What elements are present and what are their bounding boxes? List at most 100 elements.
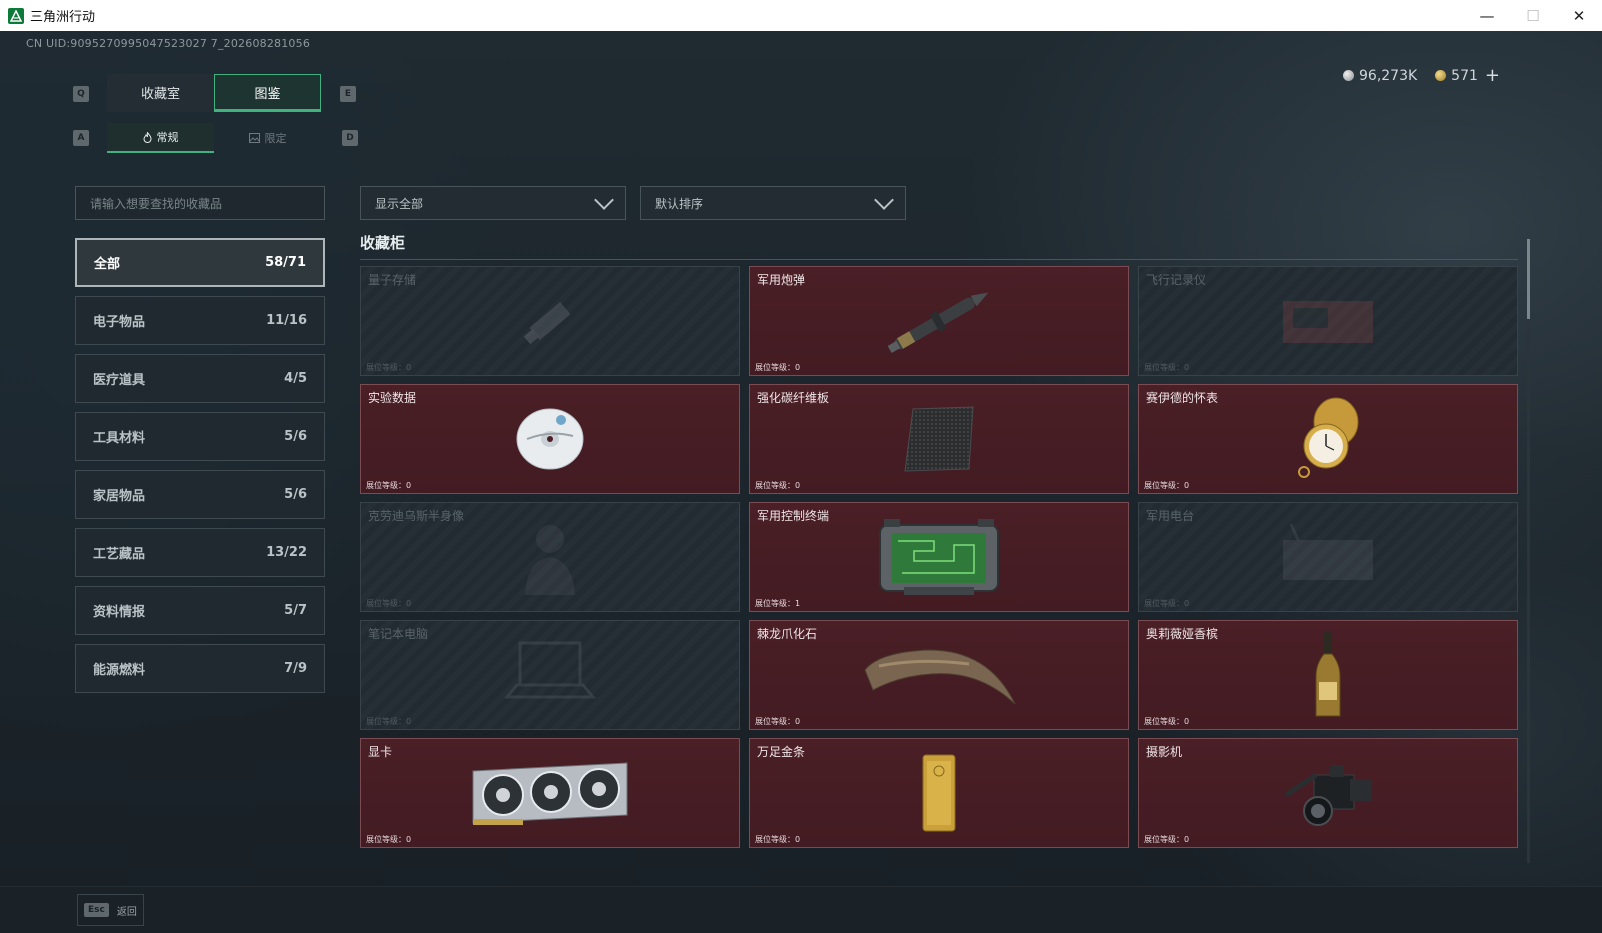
uid-label: CN UID:9095270995047523027 7_20260828105…: [26, 37, 311, 50]
card-level-value: 0: [795, 835, 801, 844]
card-level-prefix: 展位等级：: [755, 363, 795, 372]
card-level: 展位等级：0: [366, 480, 411, 491]
card-name: 军用电台: [1146, 509, 1195, 523]
subtab-limited[interactable]: 限定: [214, 123, 321, 153]
control-terminal-icon: [874, 515, 1004, 603]
card-level-value: 1: [795, 599, 801, 608]
category-medical[interactable]: 医疗道具 4/5: [75, 354, 325, 403]
sub-tabs: 常规 限定: [107, 123, 321, 153]
grid-scrollbar[interactable]: [1527, 239, 1530, 863]
search-input[interactable]: 请输入想要查找的收藏品: [75, 186, 325, 220]
card-level-prefix: 展位等级：: [1144, 599, 1184, 608]
card-level-prefix: 展位等级：: [1144, 835, 1184, 844]
subtab-regular[interactable]: 常规: [107, 123, 214, 153]
category-count: 5/7: [284, 603, 307, 618]
sort-dropdown[interactable]: 默认排序: [640, 186, 906, 220]
collection-grid: 量子存储 展位等级：0 军用炮弹 展位等级：0 飞行记录仪 展位等级：0 实验数据 展位等级：…: [360, 266, 1518, 863]
collection-card[interactable]: 万足金条 展位等级：0: [749, 738, 1129, 848]
category-label: 资料情报: [93, 605, 146, 620]
card-level-value: 0: [795, 363, 801, 372]
key-hint-d: D: [342, 130, 358, 146]
section-divider: [360, 259, 1518, 260]
key-hint-e: E: [340, 86, 356, 102]
graphics-card-icon: [467, 757, 633, 833]
card-level-value: 0: [406, 363, 412, 372]
card-level-value: 0: [406, 481, 412, 490]
collection-card[interactable]: 笔记本电脑 展位等级：0: [360, 620, 740, 730]
close-button[interactable]: ✕: [1556, 0, 1602, 31]
category-count: 5/6: [284, 487, 307, 502]
card-level-prefix: 展位等级：: [366, 835, 406, 844]
card-level-value: 0: [1184, 481, 1190, 490]
flight-recorder-icon: [1268, 286, 1388, 360]
category-count: 13/22: [266, 545, 307, 560]
tab-collection-room[interactable]: 收藏室: [107, 74, 214, 112]
card-name: 棘龙爪化石: [757, 627, 818, 641]
category-household[interactable]: 家居物品 5/6: [75, 470, 325, 519]
collection-card[interactable]: 量子存储 展位等级：0: [360, 266, 740, 376]
silver-amount: 96,273K: [1359, 67, 1418, 84]
card-name: 万足金条: [757, 745, 806, 759]
collection-card[interactable]: 奥莉薇娅香槟 展位等级：0: [1138, 620, 1518, 730]
category-electronics[interactable]: 电子物品 11/16: [75, 296, 325, 345]
category-count: 58/71: [265, 255, 306, 270]
category-count: 7/9: [284, 661, 307, 676]
collection-card[interactable]: 强化碳纤维板 展位等级：0: [749, 384, 1129, 494]
category-all[interactable]: 全部 58/71: [75, 238, 325, 287]
subtab-limited-label: 限定: [264, 132, 287, 145]
collection-card[interactable]: 克劳迪乌斯半身像 展位等级：0: [360, 502, 740, 612]
scroll-thumb[interactable]: [1527, 239, 1530, 319]
card-level-value: 0: [1184, 363, 1190, 372]
category-label: 家居物品: [93, 489, 146, 504]
gold-amount: 571: [1451, 67, 1478, 84]
sort-selected: 默认排序: [655, 196, 704, 211]
card-level: 展位等级：0: [755, 480, 800, 491]
search-placeholder: 请输入想要查找的收藏品: [90, 196, 223, 211]
card-name: 显卡: [368, 745, 393, 759]
card-level: 展位等级：0: [366, 598, 411, 609]
card-level: 展位等级：0: [1144, 598, 1189, 609]
back-button[interactable]: Esc 返回: [77, 894, 144, 926]
category-intel[interactable]: 资料情报 5/7: [75, 586, 325, 635]
category-energy[interactable]: 能源燃料 7/9: [75, 644, 325, 693]
subtab-regular-label: 常规: [156, 131, 179, 144]
collection-card[interactable]: 棘龙爪化石 展位等级：0: [749, 620, 1129, 730]
collection-card[interactable]: 实验数据 展位等级：0: [360, 384, 740, 494]
card-level-value: 0: [1184, 599, 1190, 608]
add-currency-button[interactable]: +: [1485, 65, 1500, 86]
card-level-prefix: 展位等级：: [366, 599, 406, 608]
minimize-button[interactable]: —: [1464, 0, 1510, 31]
collection-card[interactable]: 军用控制终端 展位等级：1: [749, 502, 1129, 612]
pocket-watch-icon: [1288, 394, 1368, 488]
game-viewport: CN UID:9095270995047523027 7_20260828105…: [0, 31, 1602, 933]
collection-card[interactable]: 飞行记录仪 展位等级：0: [1138, 266, 1518, 376]
gold-currency: 571 +: [1435, 65, 1500, 86]
key-hint-q: Q: [73, 86, 89, 102]
category-tools[interactable]: 工具材料 5/6: [75, 412, 325, 461]
collection-card[interactable]: 显卡 展位等级：0: [360, 738, 740, 848]
maximize-button[interactable]: ☐: [1510, 0, 1556, 31]
collection-card[interactable]: 军用电台展位等级：0: [1138, 502, 1518, 612]
tab-catalog[interactable]: 图鉴: [214, 74, 321, 112]
window-title: 三角洲行动: [30, 10, 96, 25]
filter-selected: 显示全部: [375, 196, 424, 211]
category-label: 医疗道具: [93, 373, 146, 388]
chevron-down-icon: [874, 190, 894, 210]
category-count: 11/16: [266, 313, 307, 328]
card-level-value: 0: [406, 599, 412, 608]
card-level-prefix: 展位等级：: [1144, 717, 1184, 726]
card-level-prefix: 展位等级：: [366, 717, 406, 726]
collection-card[interactable]: 摄影机 展位等级：0: [1138, 738, 1518, 848]
filter-dropdown[interactable]: 显示全部: [360, 186, 626, 220]
card-level-value: 0: [1184, 717, 1190, 726]
laptop-icon: [495, 635, 605, 719]
gold-bar-icon: [917, 751, 961, 839]
card-name: 克劳迪乌斯半身像: [368, 509, 465, 523]
collection-card[interactable]: 军用炮弹 展位等级：0: [749, 266, 1129, 376]
category-crafts[interactable]: 工艺藏品 13/22: [75, 528, 325, 577]
card-level: 展位等级：0: [1144, 480, 1189, 491]
main-tabs: 收藏室 图鉴: [107, 74, 321, 112]
collection-card[interactable]: 赛伊德的怀表 展位等级：0: [1138, 384, 1518, 494]
key-hint-a: A: [73, 130, 89, 146]
card-level-prefix: 展位等级：: [755, 599, 795, 608]
